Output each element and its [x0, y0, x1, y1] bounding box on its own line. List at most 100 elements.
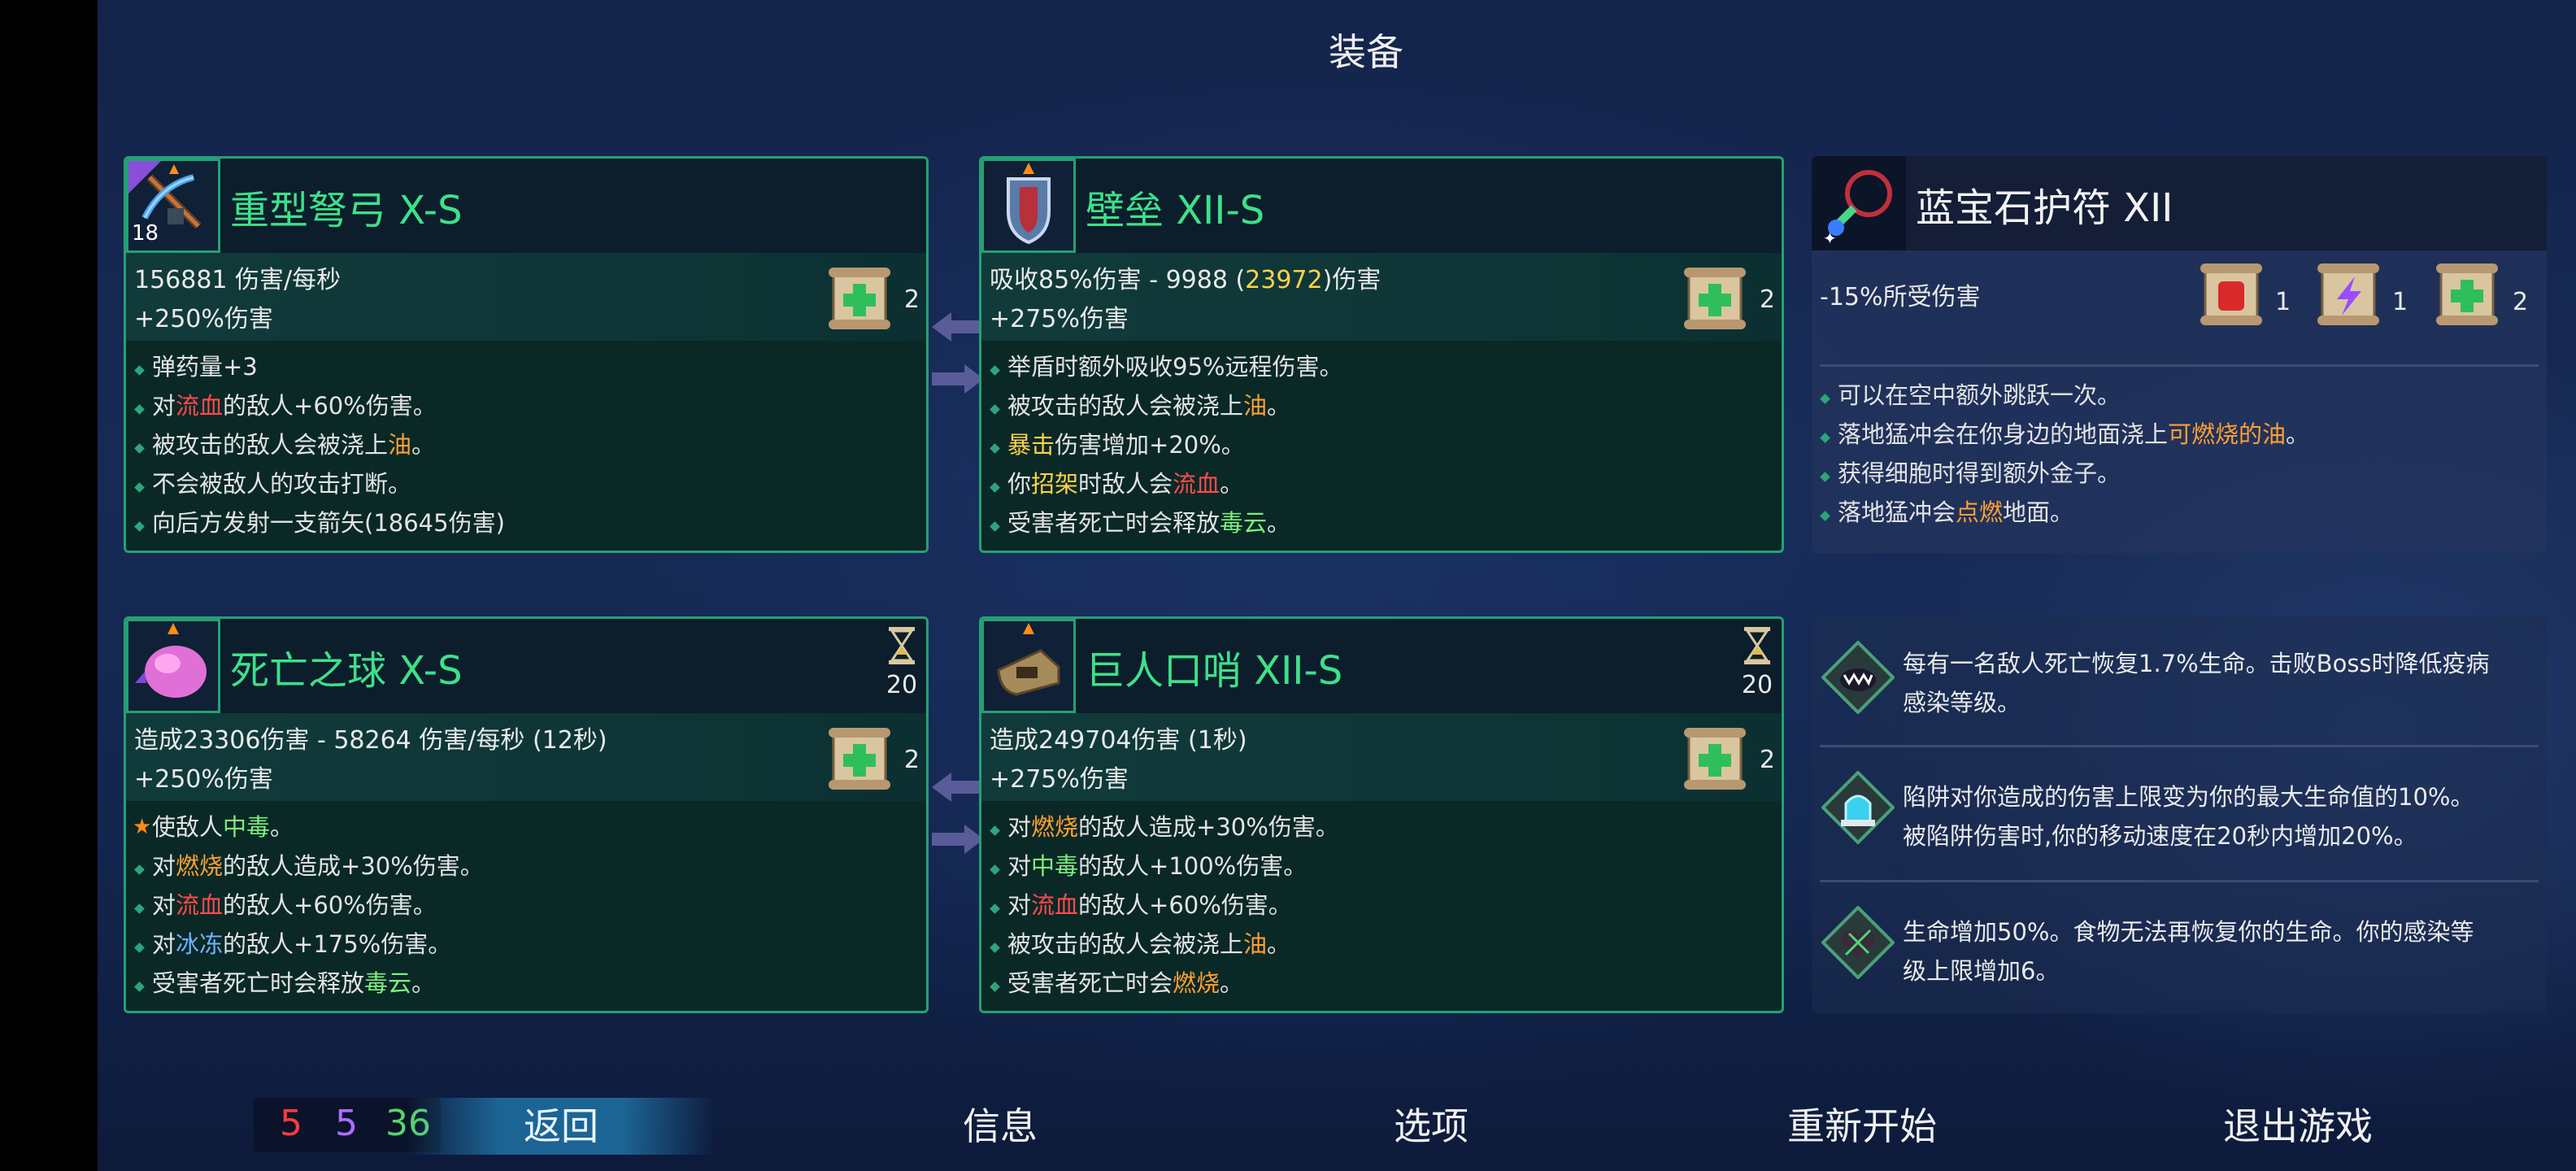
cooldown: 20	[1741, 625, 1773, 705]
level-badge: 18	[132, 221, 159, 246]
swap-left-arrow-icon[interactable]	[932, 311, 984, 343]
tactics-count: 5	[335, 1103, 358, 1144]
weapon-card-heavy-crossbow[interactable]: 18 重型弩弓 X-S 156881 伤害/每秒 +250%伤害 2 弹药量+3…	[124, 156, 929, 553]
mutation-desc-line: 生命增加50%。食物无法再恢复你的生命。你的感染等	[1903, 918, 2474, 946]
effect-line: 对流血的敌人+60%伤害。	[126, 886, 926, 925]
tactics-scroll-count: 1	[2392, 288, 2408, 316]
effect-line: 受害者死亡时会燃烧。	[981, 964, 1782, 1003]
effect-line: 对中毒的敌人+100%伤害。	[981, 847, 1782, 886]
effects-list: ★ 使敌人中毒。 对燃烧的敌人造成+30%伤害。 对流血的敌人+60%伤害。 对冰…	[126, 801, 926, 1011]
equipment-screen: 装备 18 重型弩弓 X-S 156881 伤害/每秒 +250%伤害 2 弹药…	[98, 0, 2576, 1171]
sapphire-amulet-icon: ✦	[1812, 156, 1906, 250]
cooldown-seconds: 20	[886, 671, 918, 699]
damage-reduction-stat: -15%所受伤害	[1820, 283, 1981, 311]
mutation-item[interactable]: 每有一名敌人死亡恢复1.7%生命。击败Boss时降低疫病 感染等级。	[1812, 623, 2547, 745]
svg-text:✦: ✦	[1823, 229, 1837, 248]
skill-card-giant-whistle[interactable]: 巨人口哨 XII-S 20 造成249704伤害 (1秒) +275%伤害 2 …	[979, 616, 1784, 1013]
amulet-card[interactable]: ✦ 蓝宝石护符 XII -15%所受伤害 1 1 2 可以在空中额外跳跃一次。 …	[1812, 156, 2547, 553]
scroll-count: 2	[1759, 746, 1775, 774]
damage-bonus-stat: +250%伤害	[134, 765, 273, 794]
mutation-desc-line: 陷阱对你造成的伤害上限变为你的最大生命值的10%。	[1903, 783, 2474, 811]
scroll-of-tactics-icon	[2317, 263, 2379, 325]
effects-list: 可以在空中额外跳跃一次。 落地猛冲会在你身边的地面浇上可燃烧的油。 获得细胞时得…	[1812, 376, 2547, 532]
survival-scroll-count: 2	[2513, 288, 2529, 316]
effect-line: 被攻击的敌人会被浇上油。	[981, 386, 1782, 425]
scroll-of-survival-icon	[1684, 268, 1746, 329]
item-name: 蓝宝石护符 XII	[1916, 185, 2174, 231]
divider	[1820, 745, 2539, 747]
hourglass-icon	[889, 627, 915, 664]
weapon-card-rampart[interactable]: 壁垒 XII-S 吸收85%伤害 - 9988 (23972)伤害 +275%伤…	[979, 156, 1784, 553]
divider	[1820, 364, 2539, 367]
effect-line: 可以在空中额外跳跃一次。	[1812, 376, 2547, 415]
mutation-item[interactable]: 生命增加50%。食物无法再恢复你的生命。你的感染等 级上限增加6。	[1812, 885, 2547, 1007]
brutality-scroll-count: 1	[2275, 288, 2291, 316]
info-button[interactable]: 信息	[911, 1098, 1090, 1155]
effects-list: 对燃烧的敌人造成+30%伤害。 对中毒的敌人+100%伤害。 对流血的敌人+60…	[981, 801, 1782, 1011]
crossbow-icon: 18	[126, 159, 220, 253]
effect-line: 受害者死亡时会释放毒云。	[981, 503, 1782, 542]
page-title: 装备	[1329, 30, 1403, 74]
effects-list: 举盾时额外吸收95%远程伤害。 被攻击的敌人会被浇上油。 暴击伤害增加+20%。…	[981, 341, 1782, 551]
dps-stat: 156881 伤害/每秒	[134, 266, 342, 294]
thorn-heart-icon	[1821, 906, 1895, 979]
mutation-desc-line: 每有一名敌人死亡恢复1.7%生命。击败Boss时降低疫病	[1903, 650, 2490, 677]
effect-line: 对冰冻的敌人+175%伤害。	[126, 925, 926, 964]
cooldown-seconds: 20	[1741, 671, 1773, 699]
mutation-desc-line: 被陷阱伤害时,你的移动速度在20秒内增加20%。	[1903, 822, 2417, 850]
giant-whistle-icon	[981, 619, 1076, 713]
swap-right-arrow-icon[interactable]	[932, 363, 984, 395]
mutations-panel: 每有一名敌人死亡恢复1.7%生命。击败Boss时降低疫病 感染等级。 陷阱对你造…	[1812, 616, 2547, 1013]
damage-bonus-stat: +275%伤害	[990, 765, 1129, 794]
options-button[interactable]: 选项	[1342, 1098, 1521, 1155]
death-orb-icon	[126, 619, 220, 713]
effect-line: 你招架时敌人会流血。	[981, 464, 1782, 503]
scroll-of-brutality-icon	[2200, 263, 2262, 325]
block-stat: 吸收85%伤害 - 9988 (23972)伤害	[990, 266, 1382, 294]
effect-line: 落地猛冲会点燃地面。	[1812, 493, 2547, 532]
back-button[interactable]: 返回	[407, 1098, 716, 1155]
effect-line: 不会被敌人的攻击打断。	[126, 464, 926, 503]
item-name: 死亡之球 X-S	[230, 648, 463, 694]
cooldown: 20	[886, 625, 918, 705]
vampire-mouth-icon	[1821, 641, 1895, 714]
damage-bonus-stat: +275%伤害	[990, 305, 1129, 333]
scroll-count: 2	[903, 285, 920, 314]
mutation-desc-line: 感染等级。	[1903, 689, 2021, 716]
mutation-item[interactable]: 陷阱对你造成的伤害上限变为你的最大生命值的10%。 被陷阱伤害时,你的移动速度在…	[1812, 750, 2547, 880]
damage-stat: 造成249704伤害 (1秒)	[990, 726, 1247, 755]
scroll-count: 2	[1759, 285, 1775, 314]
effect-line: 被攻击的敌人会被浇上油。	[126, 425, 926, 464]
mutation-desc-line: 级上限增加6。	[1903, 957, 2060, 985]
swap-left-arrow-icon[interactable]	[932, 771, 984, 803]
skill-card-death-orb[interactable]: 死亡之球 X-S 20 造成23306伤害 - 58264 伤害/每秒 (12秒…	[124, 616, 929, 1013]
effect-line: 对燃烧的敌人造成+30%伤害。	[126, 847, 926, 886]
quit-game-button[interactable]: 退出游戏	[2176, 1098, 2420, 1155]
effect-line: ★ 使敌人中毒。	[126, 808, 926, 847]
divider	[1820, 880, 2539, 882]
scroll-count: 2	[903, 746, 920, 774]
left-black-bar	[0, 0, 98, 1171]
scroll-of-survival-icon	[1684, 728, 1746, 790]
effect-line: 向后方发射一支箭矢(18645伤害)	[126, 503, 926, 542]
item-name: 巨人口哨 XII-S	[1086, 648, 1343, 694]
effects-list: 弹药量+3 对流血的敌人+60%伤害。 被攻击的敌人会被浇上油。 不会被敌人的攻…	[126, 341, 926, 551]
effect-line: 弹药量+3	[126, 347, 926, 386]
scroll-of-survival-icon	[2436, 263, 2498, 325]
effect-line: 对流血的敌人+60%伤害。	[981, 886, 1782, 925]
shield-icon	[981, 159, 1076, 253]
damage-bonus-stat: +250%伤害	[134, 305, 273, 333]
effect-line: 获得细胞时得到额外金子。	[1812, 454, 2547, 493]
item-name: 壁垒 XII-S	[1086, 188, 1265, 233]
scroll-of-survival-icon	[829, 728, 890, 790]
brutality-count: 5	[280, 1103, 302, 1144]
restart-button[interactable]: 重新开始	[1740, 1098, 1984, 1155]
damage-stat: 造成23306伤害 - 58264 伤害/每秒 (12秒)	[134, 726, 607, 755]
effect-line: 举盾时额外吸收95%远程伤害。	[981, 347, 1782, 386]
swap-right-arrow-icon[interactable]	[932, 823, 984, 855]
effect-line: 暴击伤害增加+20%。	[981, 425, 1782, 464]
scroll-of-survival-icon	[829, 268, 890, 329]
hourglass-icon	[1744, 627, 1770, 664]
effect-line: 被攻击的敌人会被浇上油。	[981, 925, 1782, 964]
effect-line: 落地猛冲会在你身边的地面浇上可燃烧的油。	[1812, 415, 2547, 454]
